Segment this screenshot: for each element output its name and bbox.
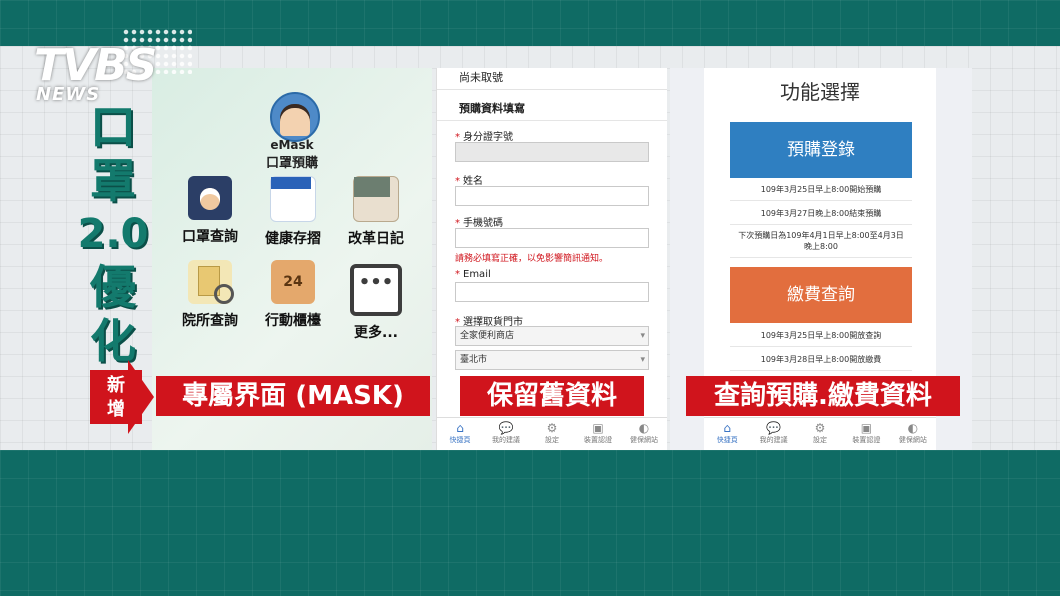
tile-health-book[interactable]: 健康存摺	[253, 176, 333, 248]
tile-hospital-search[interactable]: 院所查詢	[170, 260, 250, 330]
device-auth-icon: ▣	[592, 421, 604, 435]
globe-icon: ◐	[907, 421, 919, 435]
tile-label: 院所查詢	[182, 313, 238, 329]
caption-mask-interface: 專屬界面 (MASK)	[156, 376, 430, 416]
tab-suggestions[interactable]: 💬 我的建議	[750, 418, 796, 450]
phone-warning: 請務必填寫正確，以免影響簡訊通知。	[455, 254, 609, 264]
headline-char: 罩	[90, 154, 136, 208]
tile-reform-diary[interactable]: 改革日記	[336, 176, 416, 248]
logo-subtext: NEWS	[36, 84, 101, 105]
vertical-headline: 口 罩 2.0 優 化	[68, 100, 158, 368]
app-subtitle: 口罩預購	[265, 156, 318, 171]
function-title: 功能選擇	[780, 80, 860, 104]
email-label: * Email	[455, 269, 491, 280]
mask-face-icon	[188, 176, 232, 220]
city-select[interactable]: 臺北市	[455, 350, 649, 370]
tvbs-news-logo: TVBS NEWS	[34, 28, 192, 110]
tab-shortcut[interactable]: ⌂ 快捷頁	[704, 418, 750, 450]
email-field[interactable]	[455, 282, 649, 302]
id-number-field[interactable]	[455, 142, 649, 162]
tab-settings[interactable]: ⚙ 設定	[797, 418, 843, 450]
payment-info-row: 109年3月28日早上8:00開放繳費	[730, 354, 912, 371]
phone-field[interactable]	[455, 228, 649, 248]
preorder-info-row: 109年3月27日晚上8:00結束預購	[730, 208, 912, 225]
form-section-title: 預購資料填寫	[459, 102, 525, 115]
preorder-info-row: 109年3月25日早上8:00開始預購	[730, 184, 912, 201]
new-badge-char: 新	[107, 375, 125, 396]
chat-icon: 💬	[766, 421, 782, 435]
store-type-select[interactable]: 全家便利商店	[455, 326, 649, 346]
app-title: eMask	[270, 138, 314, 152]
tile-label: 健康存摺	[265, 231, 321, 247]
phone-label: * 手機號碼	[455, 218, 503, 229]
gear-icon: ⚙	[814, 421, 826, 435]
mobile-counter-24-icon: 24	[271, 260, 315, 304]
payment-info-row: 109年3月25日早上8:00開放查詢	[730, 330, 912, 347]
tab-suggestions[interactable]: 💬 我的建議	[483, 418, 529, 450]
tab-device-auth[interactable]: ▣ 裝置認證	[843, 418, 889, 450]
name-label: * 姓名	[455, 176, 483, 187]
background-bottom	[0, 450, 1060, 596]
preorder-info-row: 下次預購日為109年4月1日早上8:00至4月3日晚上8:00	[730, 230, 912, 258]
home-icon: ⌂	[456, 421, 464, 435]
headline-char: 2.0	[77, 211, 149, 257]
tab-nhi-website[interactable]: ◐ 健保網站	[621, 418, 667, 450]
tile-label: 更多...	[354, 325, 398, 341]
home-icon: ⌂	[723, 421, 732, 435]
tile-label: 行動櫃檯	[265, 313, 321, 329]
id-number-label: * 身分證字號	[455, 132, 513, 143]
preorder-register-button[interactable]: 預購登錄	[730, 122, 912, 178]
tab-nhi-website[interactable]: ◐ 健保網站	[890, 418, 936, 450]
chat-icon: 💬	[498, 421, 514, 435]
tile-label: 口罩查詢	[182, 229, 238, 245]
tile-mobile-counter[interactable]: 24 行動櫃檯	[253, 260, 333, 330]
health-book-icon	[270, 176, 316, 222]
globe-icon: ◐	[638, 421, 650, 435]
headline-char: 優	[90, 260, 136, 314]
divider	[437, 120, 667, 121]
tab-bar: ⌂ 快捷頁 💬 我的建議 ⚙ 設定 ▣ 裝置認證 ◐ 健保網站	[437, 417, 667, 450]
more-icon: •••	[350, 264, 402, 316]
queue-status: 尚未取號	[437, 68, 667, 90]
gear-icon: ⚙	[546, 421, 558, 435]
tile-mask-query[interactable]: 口罩查詢	[170, 176, 250, 246]
name-field[interactable]	[455, 186, 649, 206]
payment-query-button[interactable]: 繳費查詢	[730, 267, 912, 323]
caption-query-preorder: 查詢預購.繳費資料	[686, 376, 960, 416]
hospital-search-icon	[188, 260, 234, 304]
emask-logo-icon	[270, 92, 320, 142]
reform-diary-book-icon	[353, 176, 399, 222]
caption-keep-old-data: 保留舊資料	[460, 376, 644, 416]
new-badge-char: 增	[107, 399, 125, 420]
tab-bar: ⌂ 快捷頁 💬 我的建議 ⚙ 設定 ▣ 裝置認證 ◐ 健保網站	[704, 417, 936, 450]
tab-device-auth[interactable]: ▣ 裝置認證	[575, 418, 621, 450]
tab-shortcut[interactable]: ⌂ 快捷頁	[437, 418, 483, 450]
device-auth-icon: ▣	[860, 421, 873, 435]
tile-label: 改革日記	[348, 231, 404, 247]
new-badge: 新 增	[90, 370, 142, 424]
tile-more[interactable]: ••• 更多...	[336, 264, 416, 342]
tab-settings[interactable]: ⚙ 設定	[529, 418, 575, 450]
